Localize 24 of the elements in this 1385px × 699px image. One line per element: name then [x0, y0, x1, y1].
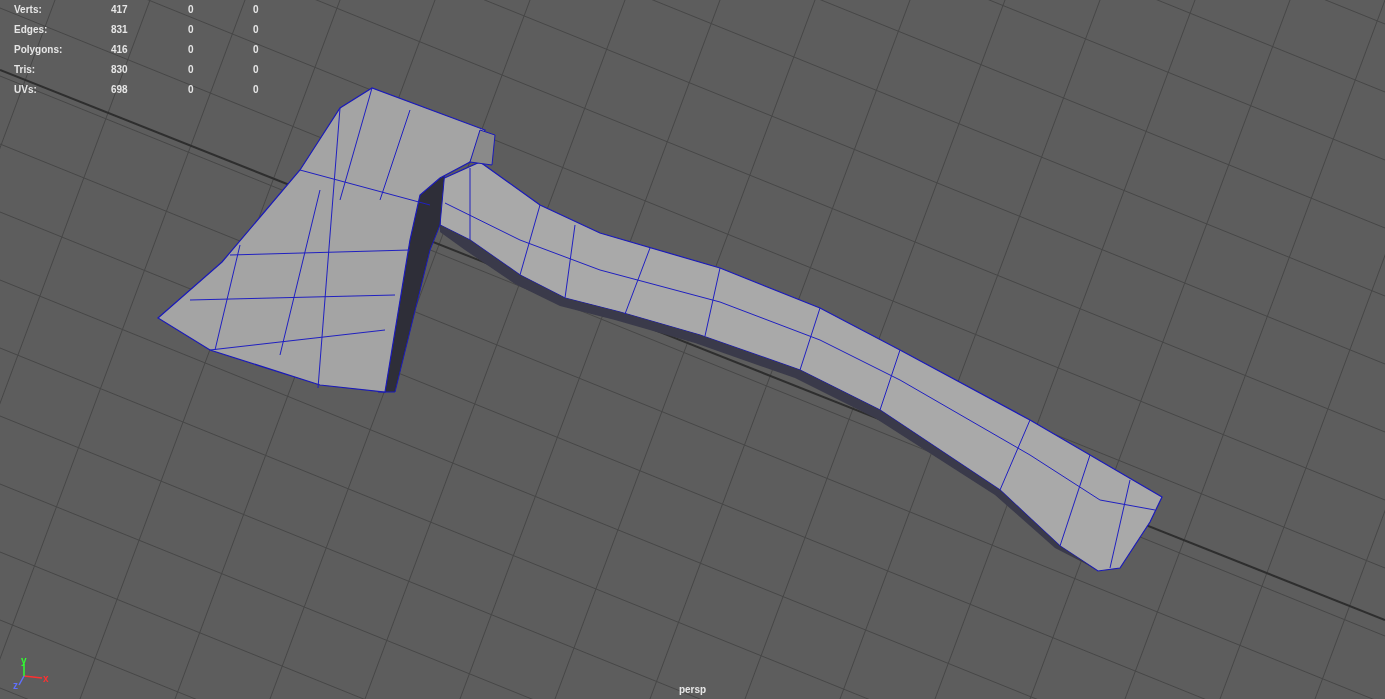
- stat-value: 698: [111, 83, 129, 97]
- stat-value: 0: [188, 23, 195, 37]
- stat-value: 0: [188, 63, 195, 77]
- stat-label: Verts:: [14, 3, 43, 17]
- stat-value: 0: [188, 83, 195, 97]
- stat-value: 417: [111, 3, 129, 17]
- camera-label: persp: [678, 684, 707, 695]
- stat-value: 0: [188, 43, 195, 57]
- stat-label: Edges:: [14, 23, 49, 37]
- stat-value: 831: [111, 23, 129, 37]
- stat-label: Polygons:: [14, 43, 64, 57]
- stat-value: 830: [111, 63, 129, 77]
- axis-label: x: [43, 673, 49, 684]
- stat-value: 0: [253, 3, 260, 17]
- stat-value: 416: [111, 43, 129, 57]
- stat-value: 0: [253, 63, 260, 77]
- stat-value: 0: [253, 83, 260, 97]
- stat-label: Tris:: [14, 63, 37, 77]
- stat-value: 0: [188, 3, 195, 17]
- axis-label: z: [13, 680, 18, 690]
- stat-value: 0: [253, 23, 260, 37]
- axis-label: y: [21, 656, 27, 666]
- stat-label: UVs:: [14, 83, 38, 97]
- stat-value: 0: [253, 43, 260, 57]
